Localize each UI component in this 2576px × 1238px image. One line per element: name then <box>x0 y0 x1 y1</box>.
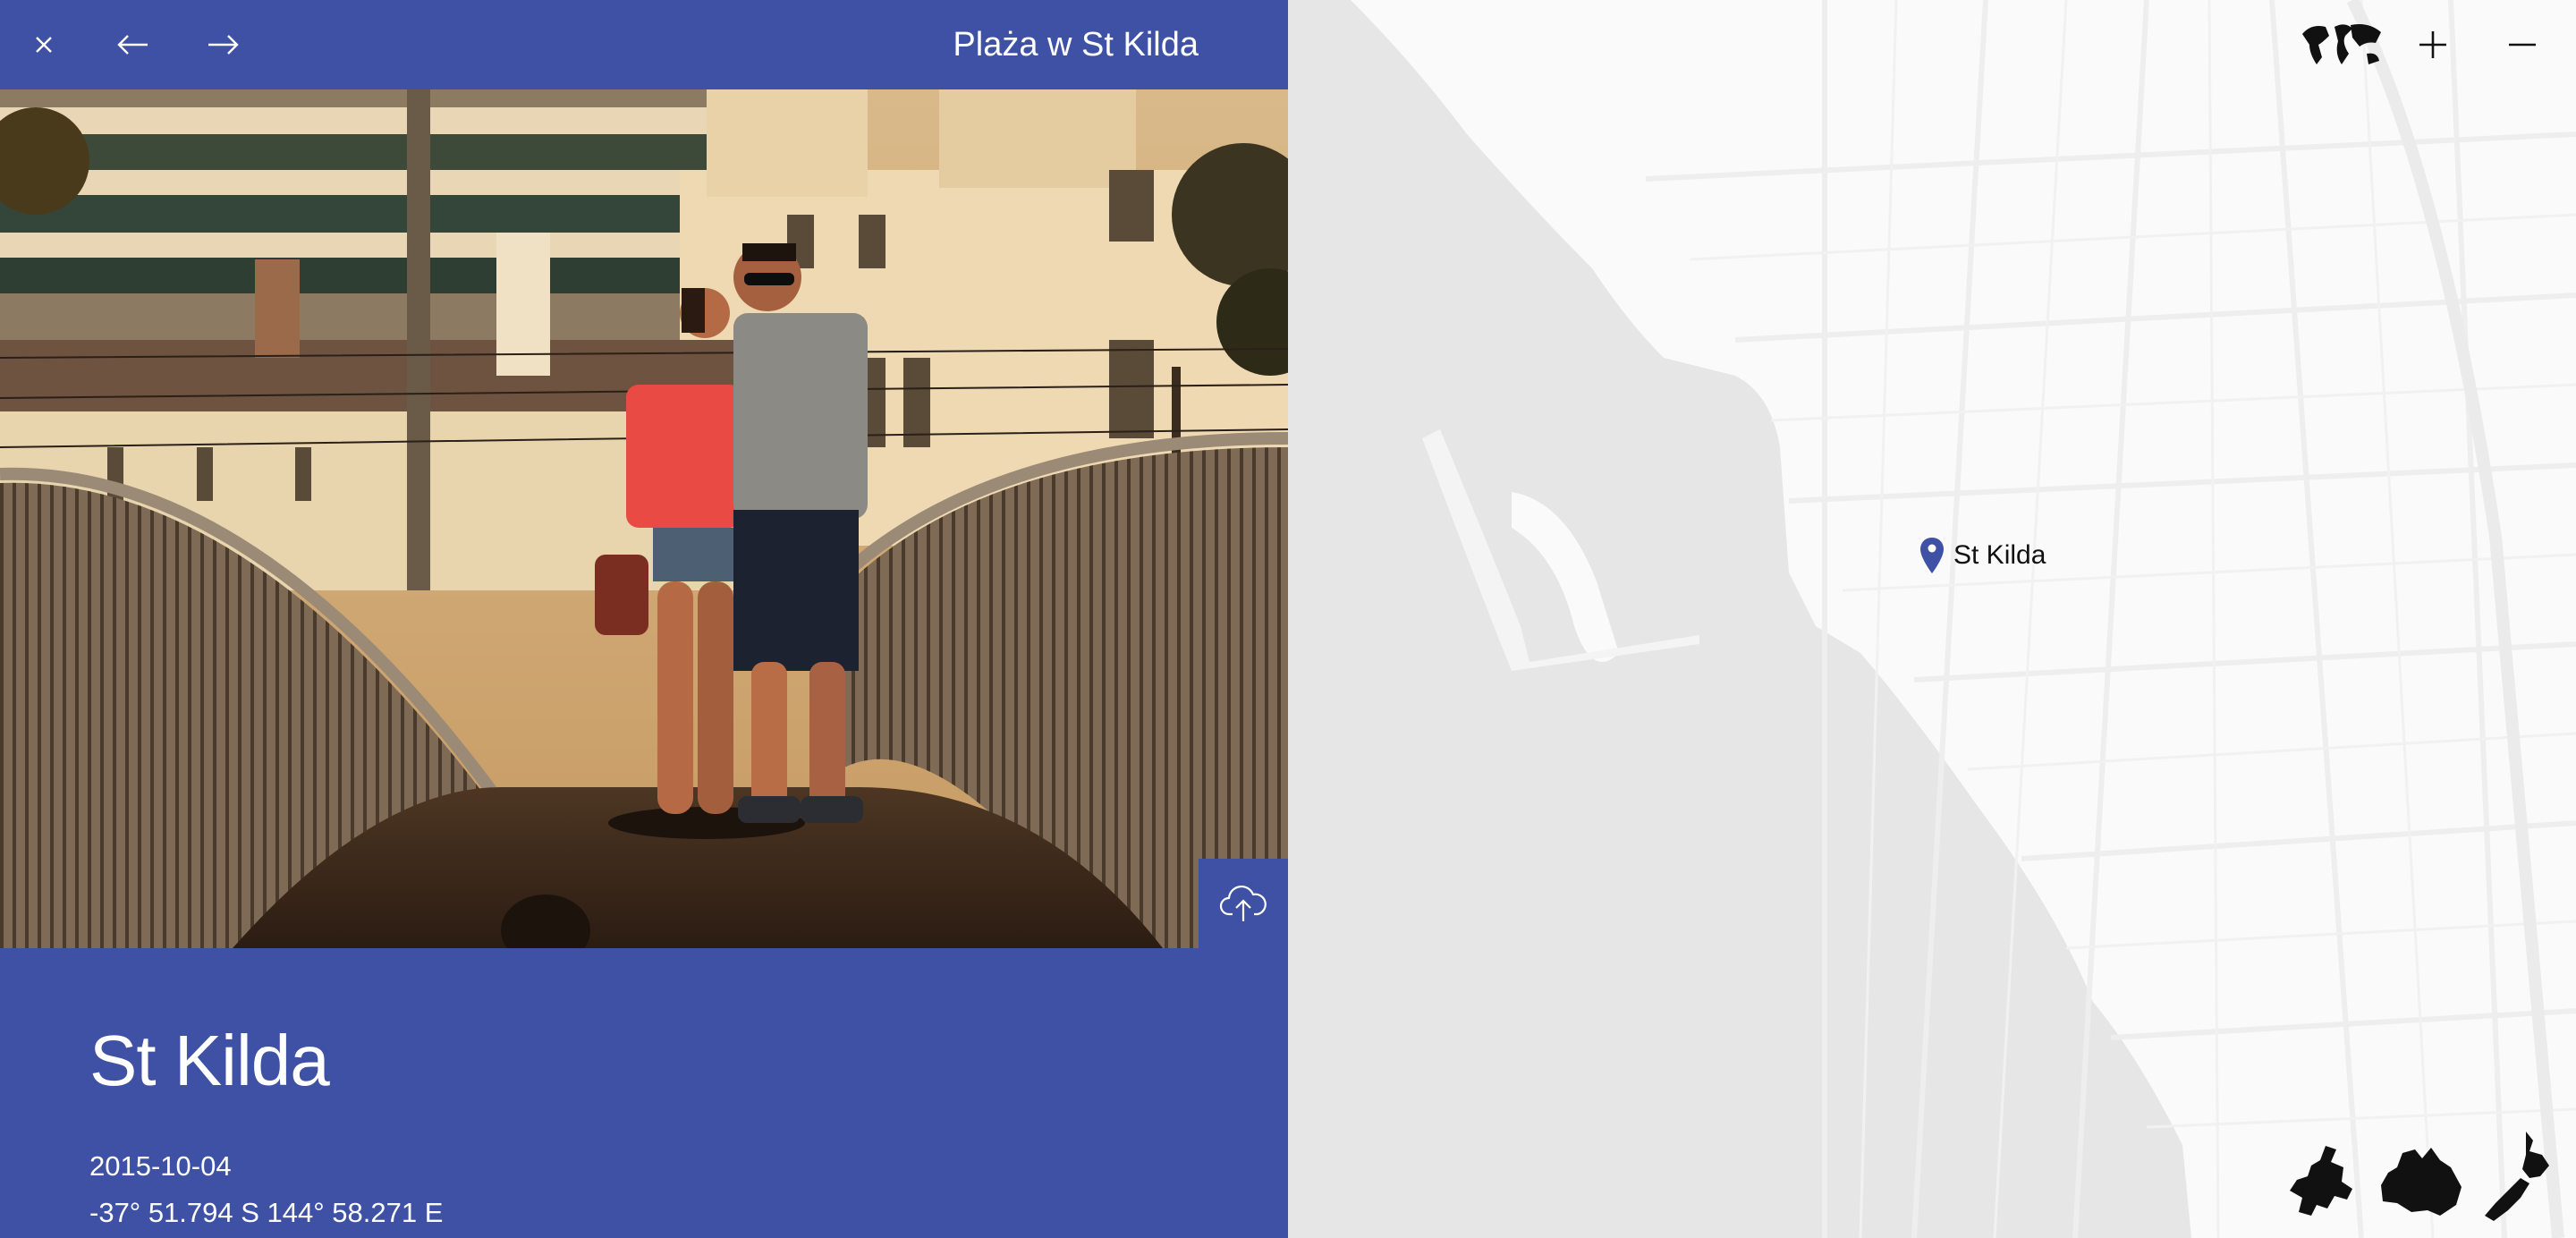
photo-coordinates: -37° 51.794 S 144° 58.271 E <box>89 1197 444 1228</box>
zoom-in-button[interactable] <box>2406 18 2460 72</box>
photo-date: 2015-10-04 <box>89 1150 232 1182</box>
upload-button[interactable] <box>1199 859 1288 948</box>
australia-button[interactable] <box>2376 1140 2469 1231</box>
new-zealand-icon <box>2485 1132 2549 1221</box>
zoom-out-button[interactable] <box>2496 18 2549 72</box>
australia-icon <box>2381 1148 2462 1216</box>
cloud-upload-icon <box>1219 886 1267 921</box>
top-bar: Plaża w St Kilda <box>0 0 1288 89</box>
continent-shortcuts <box>2281 1128 2558 1231</box>
arrow-left-icon <box>117 35 148 55</box>
europe-icon <box>2290 1146 2352 1216</box>
europe-button[interactable] <box>2281 1140 2367 1231</box>
map-pin-icon <box>1920 538 1944 573</box>
map-canvas <box>1351 0 2576 1238</box>
world-view-button[interactable] <box>2299 18 2385 72</box>
photo-image <box>0 89 1288 948</box>
map-marker-label: St Kilda <box>1953 540 2046 570</box>
close-button[interactable] <box>21 22 66 67</box>
photo-title: Plaża w St Kilda <box>953 26 1199 64</box>
zoom-out-icon <box>2509 43 2536 47</box>
forward-button[interactable] <box>200 22 245 67</box>
back-button[interactable] <box>111 22 156 67</box>
world-map-icon <box>2302 24 2381 64</box>
detail-panel: Plaża w St Kilda St Kilda 2015-10-04 -37… <box>0 0 1288 1238</box>
close-icon <box>36 37 52 53</box>
place-title: St Kilda <box>89 1021 330 1100</box>
arrow-right-icon <box>208 35 239 55</box>
map-marker[interactable]: St Kilda <box>1919 537 2046 574</box>
map-view[interactable]: St Kilda <box>1288 0 2576 1238</box>
new-zealand-button[interactable] <box>2478 1128 2558 1231</box>
zoom-in-icon <box>2419 31 2446 58</box>
